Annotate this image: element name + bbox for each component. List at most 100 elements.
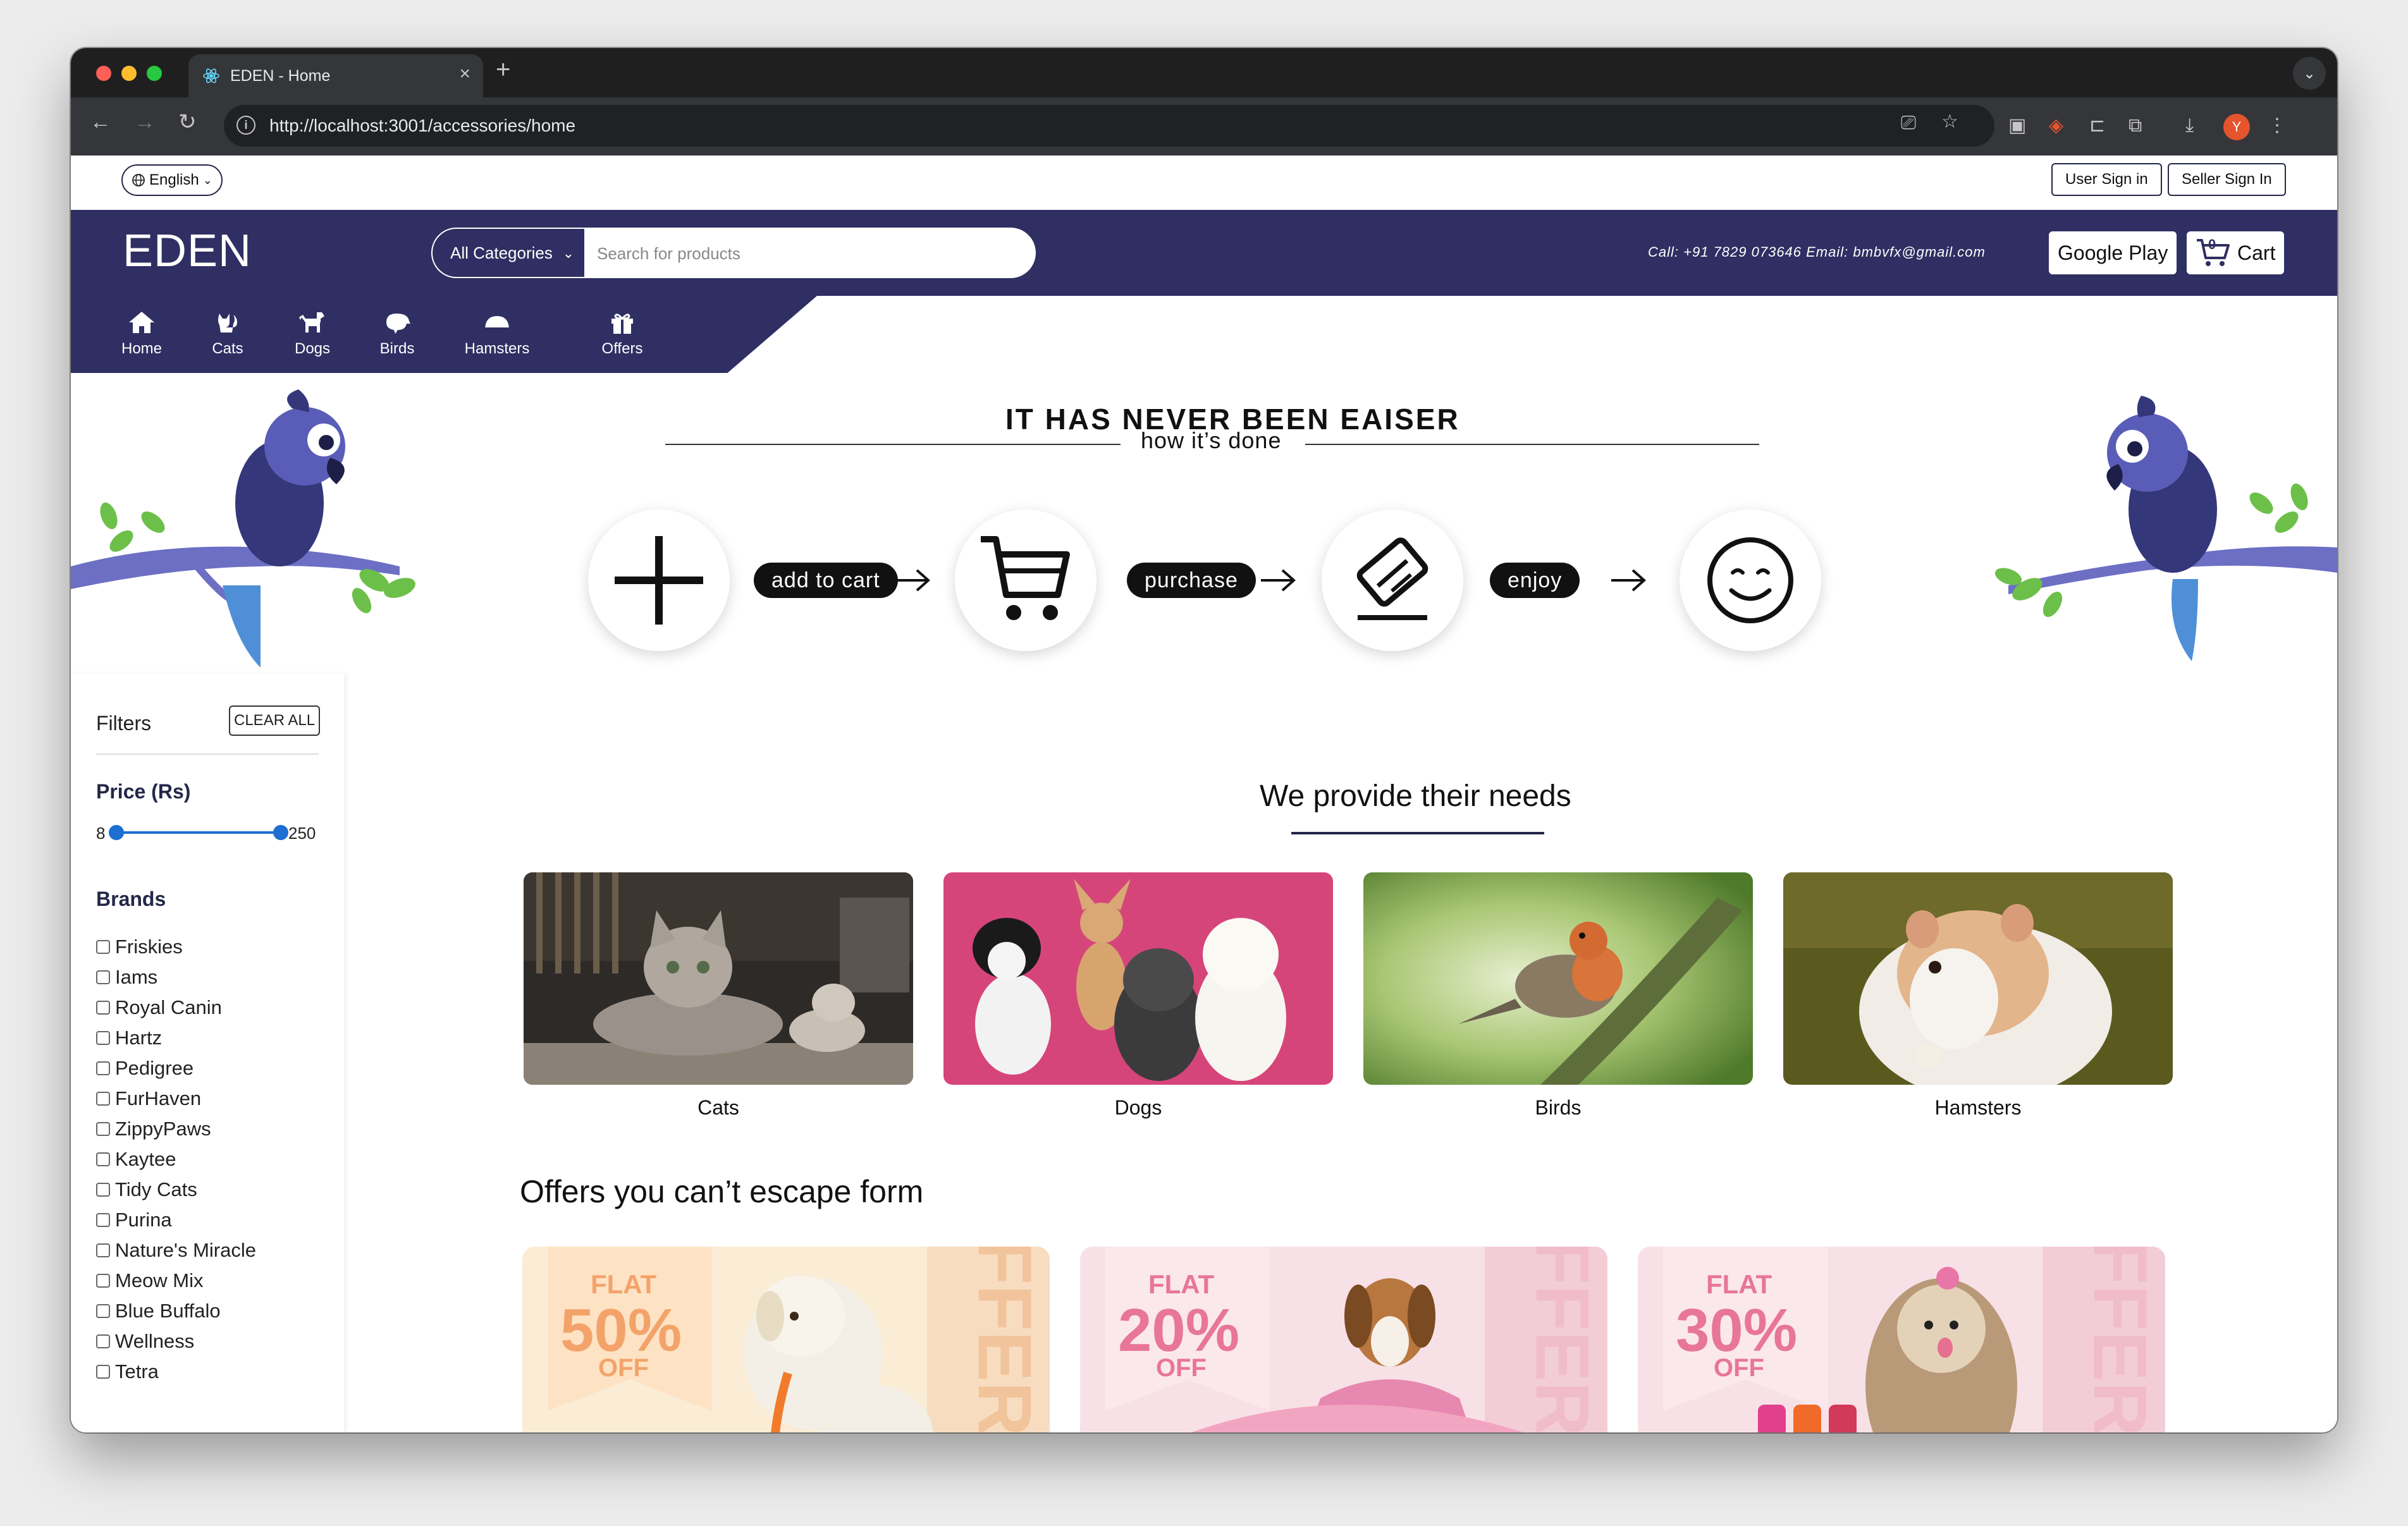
clear-all-button[interactable]: CLEAR ALL (229, 705, 321, 736)
address-bar[interactable]: i http://localhost:3001/accessories/home… (224, 105, 1994, 147)
brand-checkbox[interactable] (96, 1243, 110, 1257)
brand-filter-item[interactable]: Wellness (96, 1329, 194, 1354)
category-card-dogs[interactable]: Dogs (943, 872, 1333, 1120)
url-text[interactable]: http://localhost:3001/accessories/home (269, 116, 575, 136)
price-slider-track[interactable] (115, 831, 281, 834)
brand-label: Iams (115, 966, 158, 988)
category-card-cats[interactable]: Cats (524, 872, 913, 1120)
download-icon[interactable]: ⤓ (2185, 116, 2194, 135)
brand-checkbox[interactable] (96, 1274, 110, 1288)
tab-close-icon[interactable]: × (459, 64, 470, 83)
forward-arrow-icon[interactable]: → (134, 111, 156, 133)
brand-filter-item[interactable]: Tidy Cats (96, 1177, 197, 1202)
close-window-button[interactable] (96, 66, 111, 81)
seller-signin-button[interactable]: Seller Sign In (2168, 163, 2286, 196)
minimize-window-button[interactable] (121, 66, 137, 81)
browser-menu-icon[interactable]: ⋮ (2268, 116, 2287, 135)
reload-icon[interactable]: ↻ (178, 111, 197, 133)
price-slider-max-thumb[interactable] (273, 825, 288, 840)
nav-item-dogs[interactable]: Dogs (274, 310, 350, 358)
offer-card-20[interactable]: FLAT 20% OFF OFFER (1080, 1247, 1607, 1432)
react-favicon-icon (203, 68, 219, 83)
site-info-icon[interactable]: i (236, 116, 255, 135)
profile-avatar[interactable]: Y (2223, 114, 2250, 140)
filters-sidebar: Filters CLEAR ALL Price (Rs) 8 250 Brand… (71, 674, 344, 1432)
cart-button[interactable]: 0 Cart (2187, 231, 2285, 274)
brand-filter-item[interactable]: FurHaven (96, 1086, 201, 1111)
language-selector[interactable]: English ⌄ (121, 164, 223, 196)
brand-label: Tetra (115, 1360, 159, 1383)
brand-filter-item[interactable]: Hartz (96, 1025, 162, 1051)
nav-item-hamsters[interactable]: Hamsters (459, 310, 535, 358)
tab-search-chevron-icon[interactable]: ⌄ (2293, 57, 2326, 90)
brand-checkbox[interactable] (96, 1092, 110, 1106)
brand-filter-item[interactable]: Kaytee (96, 1147, 176, 1172)
brand-filter-item[interactable]: Blue Buffalo (96, 1298, 221, 1324)
site-header: EDEN All Categories ⌄ Call: +91 7829 073… (71, 210, 2337, 296)
offer-flat-label: FLAT (1706, 1269, 1772, 1299)
nav-item-offers[interactable]: Offers (584, 310, 660, 358)
brand-checkbox[interactable] (96, 970, 110, 984)
brand-checkbox[interactable] (96, 1213, 110, 1227)
brand-filter-item[interactable]: Meow Mix (96, 1268, 204, 1293)
offer-card-50[interactable]: FLAT 50% OFF OFFER (522, 1247, 1050, 1432)
category-card-birds[interactable]: Birds (1363, 872, 1753, 1120)
brand-checkbox[interactable] (96, 1183, 110, 1197)
price-heading: Price (Rs) (96, 780, 191, 803)
brand-label: Friskies (115, 936, 183, 958)
extension-red-icon[interactable]: ◈ (2049, 116, 2063, 135)
brand-checkbox[interactable] (96, 1122, 110, 1136)
offer-card-30[interactable]: FLAT 30% OFF OFFER (1638, 1247, 2165, 1432)
category-select[interactable]: All Categories ⌄ (431, 228, 586, 278)
price-min-value: 8 (96, 824, 106, 843)
brand-checkbox[interactable] (96, 1152, 110, 1166)
brand-label: Wellness (115, 1330, 195, 1352)
brand-checkbox[interactable] (96, 1304, 110, 1318)
category-card-label: Dogs (1114, 1096, 1162, 1119)
brand-checkbox[interactable] (96, 1031, 110, 1045)
bookmark-star-icon[interactable]: ☆ (1941, 113, 1958, 131)
new-tab-icon[interactable]: + (496, 57, 510, 82)
user-signin-button[interactable]: User Sign in (2051, 163, 2162, 196)
google-play-button[interactable]: Google Play (2049, 231, 2177, 274)
brand-checkbox[interactable] (96, 940, 110, 954)
brand-filter-item[interactable]: ZippyPaws (96, 1116, 211, 1142)
brand-filter-item[interactable]: Nature's Miracle (96, 1238, 256, 1263)
filters-divider (96, 754, 319, 755)
brand-logo[interactable]: EDEN (123, 225, 252, 277)
search-input[interactable] (596, 228, 1028, 278)
brand-checkbox[interactable] (96, 1001, 110, 1015)
nav-item-birds[interactable]: Birds (359, 310, 435, 358)
nav-item-label: Cats (212, 340, 243, 357)
maximize-window-button[interactable] (147, 66, 162, 81)
nav-item-cats[interactable]: Cats (190, 310, 266, 358)
cat-icon (218, 314, 237, 333)
brand-label: Tidy Cats (115, 1178, 197, 1200)
hero-divider-right (1305, 444, 1759, 445)
hero-subtitle: how it’s done (1141, 427, 1282, 453)
back-arrow-icon[interactable]: ← (90, 111, 111, 133)
brand-checkbox[interactable] (96, 1365, 110, 1379)
brand-filter-item[interactable]: Royal Canin (96, 995, 222, 1020)
install-app-icon[interactable]: ⎚ (1901, 114, 1916, 133)
brand-filter-item[interactable]: Purina (96, 1207, 172, 1233)
category-select-label: All Categories (450, 243, 553, 262)
category-card-hamsters[interactable]: Hamsters (1783, 872, 2173, 1120)
extensions-puzzle-icon[interactable]: ⧉ (2128, 116, 2142, 135)
brand-checkbox[interactable] (96, 1334, 110, 1348)
brand-label: Nature's Miracle (115, 1239, 256, 1261)
extension-screen-icon[interactable]: ▣ (2008, 116, 2026, 135)
offer-vertical-text: OFFER (2078, 1247, 2163, 1432)
browser-tab[interactable]: EDEN - Home × (188, 54, 483, 97)
globe-icon (132, 174, 145, 186)
brand-filter-item[interactable]: Friskies (96, 934, 183, 960)
brand-filter-item[interactable]: Tetra (96, 1359, 159, 1384)
brand-label: ZippyPaws (115, 1118, 211, 1140)
brand-filter-item[interactable]: Iams (96, 965, 157, 990)
nav-item-home[interactable]: Home (104, 310, 180, 358)
brand-label: Purina (115, 1209, 172, 1231)
extension-code-icon[interactable]: ⊏ (2089, 116, 2105, 135)
brand-checkbox[interactable] (96, 1061, 110, 1075)
brand-filter-item[interactable]: Pedigree (96, 1056, 194, 1081)
price-slider-min-thumb[interactable] (109, 825, 124, 840)
